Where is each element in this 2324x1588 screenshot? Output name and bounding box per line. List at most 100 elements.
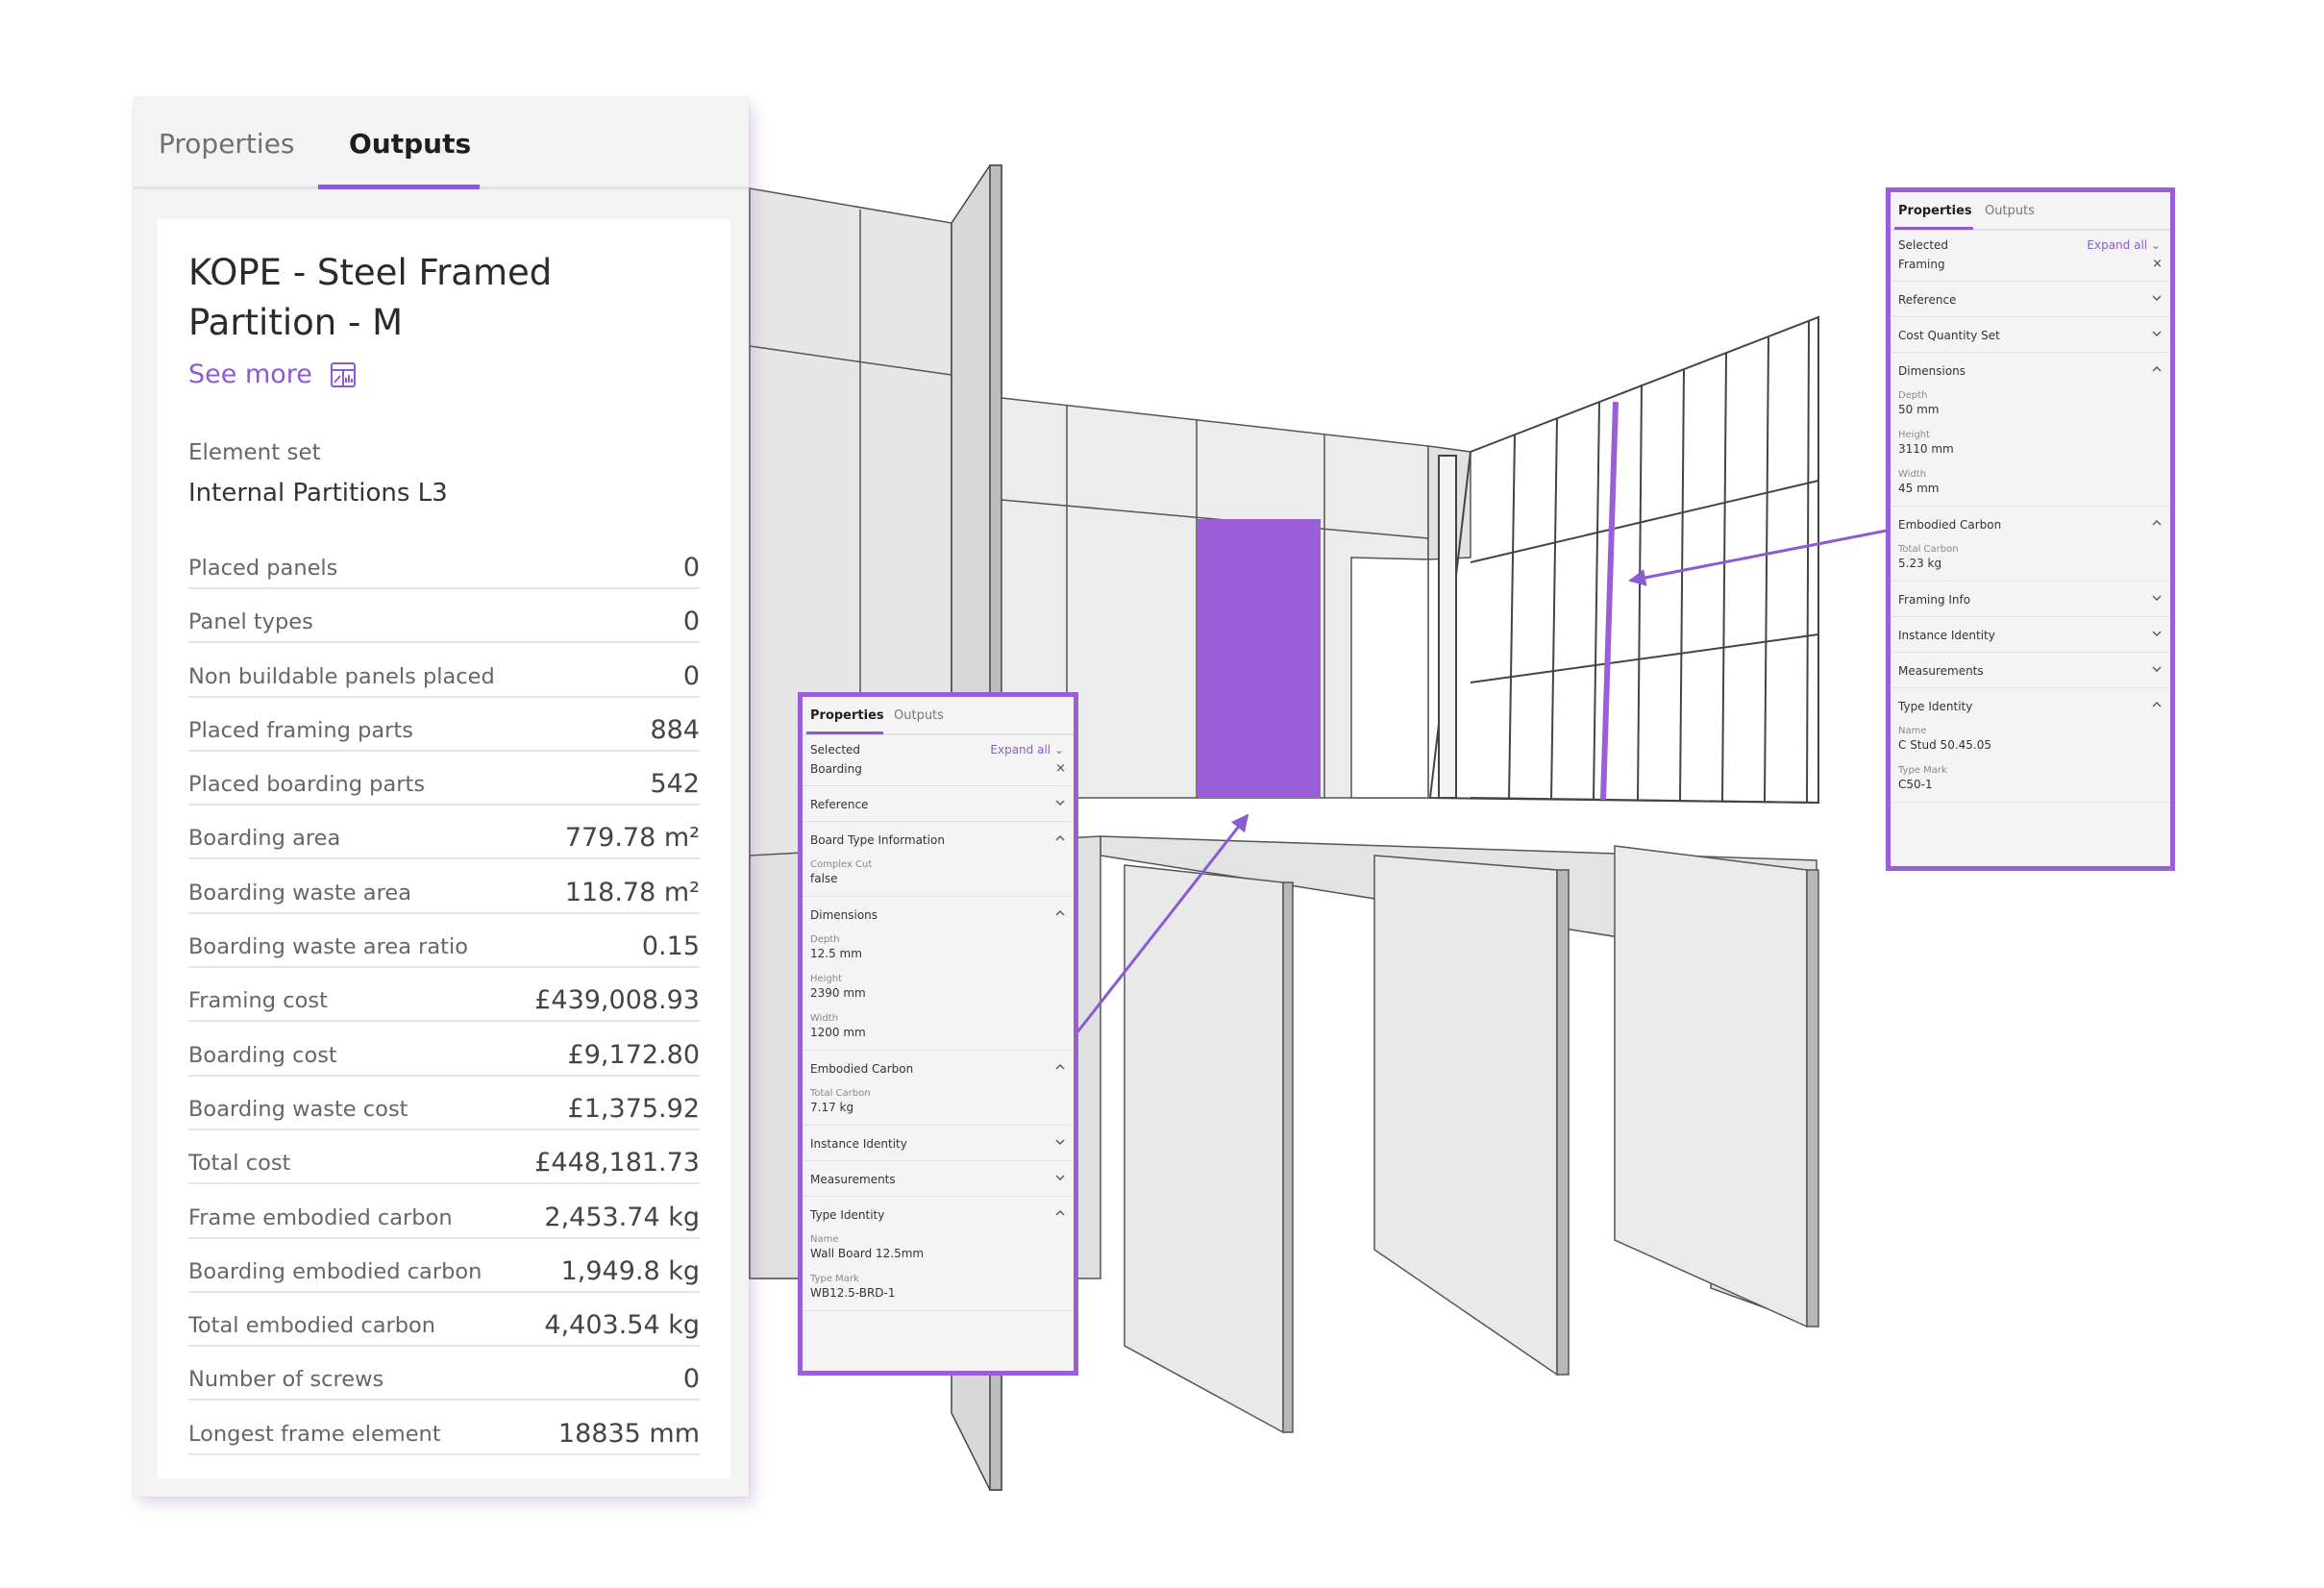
section-header[interactable]: Type Identity [803,1197,1074,1231]
property-section: Cost Quantity Set [1891,317,2170,353]
selected-chip-label: Framing [1898,258,1945,271]
field-value: Wall Board 12.5mm [810,1247,925,1260]
close-icon[interactable]: × [1055,761,1066,776]
boarding-properties-panel: Properties Outputs Selected Expand all ⌄… [798,692,1078,1376]
section-title: Measurements [810,1173,896,1186]
field-value: false [810,872,838,885]
section-header[interactable]: Embodied Carbon [1891,507,2170,541]
output-value: 0 [682,553,700,583]
section-title: Instance Identity [810,1137,907,1151]
section-header[interactable]: Reference [1891,282,2170,316]
output-row: Placed framing parts 884 [188,699,700,752]
chevron-up-icon [1055,1210,1065,1216]
output-value: 884 [650,714,700,745]
chevron-down-icon [1055,1175,1065,1180]
boarding-panel-tabs: Properties Outputs [803,697,1074,735]
output-row: Framing cost £439,008.93 [188,969,700,1023]
chevron-down-icon [1055,1139,1065,1145]
framing-properties-panel: Properties Outputs Selected Expand all ⌄… [1886,187,2175,871]
section-header[interactable]: Cost Quantity Set [1891,317,2170,352]
active-tab-indicator [318,185,480,189]
output-value: 118.78 m² [564,877,700,907]
property-field: Height 2390 mm [803,971,1074,1010]
output-label: Frame embodied carbon [188,1204,453,1230]
property-field: Name C Stud 50.45.05 [1891,723,2170,762]
section-header[interactable]: Framing Info [1891,582,2170,616]
output-row: Number of screws 0 [188,1348,700,1402]
output-label: Total embodied carbon [188,1313,436,1339]
see-more-link[interactable]: See more [188,360,357,389]
output-label: Placed framing parts [188,717,413,743]
tab-outputs[interactable]: Outputs [894,708,944,723]
section-header[interactable]: Instance Identity [1891,617,2170,652]
property-section: Reference [1891,282,2170,317]
field-label: Total Carbon [1898,544,1959,555]
tab-properties[interactable]: Properties [1898,204,1972,218]
selected-chip: Framing × [1891,254,2170,282]
section-header[interactable]: Dimensions [803,897,1074,931]
selected-board-highlight [1198,519,1321,798]
property-field: Complex Cut false [803,856,1074,896]
property-section: Reference [803,786,1074,822]
field-value: 3110 mm [1898,442,1954,456]
section-title: Instance Identity [1898,629,1995,642]
selected-label: Selected [1898,238,1949,252]
property-section: Measurements [803,1161,1074,1197]
output-value: 1,949.8 kg [560,1255,700,1286]
tab-properties[interactable]: Properties [810,708,884,723]
output-label: Boarding waste area ratio [188,934,469,960]
section-header[interactable]: Board Type Information [803,822,1074,856]
active-tab-indicator [806,732,883,734]
tab-outputs[interactable]: Outputs [349,98,471,186]
close-icon[interactable]: × [2152,257,2163,271]
expand-all-button[interactable]: Expand all ⌄ [2087,238,2161,252]
tab-outputs[interactable]: Outputs [1985,204,2035,218]
field-value: WB12.5-BRD-1 [810,1286,896,1300]
output-value: 779.78 m² [564,823,700,854]
field-label: Complex Cut [810,859,873,870]
output-label: Number of screws [188,1367,384,1393]
property-field: Width 1200 mm [803,1010,1074,1050]
chevron-down-icon [1055,800,1065,806]
output-value: 0 [682,607,700,637]
section-header[interactable]: Reference [803,786,1074,821]
expand-all-label: Expand all [990,743,1051,757]
property-field: Name Wall Board 12.5mm [803,1231,1074,1271]
output-value: 0.15 [641,931,700,962]
section-header[interactable]: Type Identity [1891,688,2170,723]
tab-properties[interactable]: Properties [159,98,295,186]
section-header[interactable]: Embodied Carbon [803,1051,1074,1085]
field-label: Type Mark [810,1274,859,1284]
section-header[interactable]: Measurements [1891,653,2170,687]
output-label: Total cost [188,1151,291,1177]
field-label: Total Carbon [810,1088,871,1099]
output-label: Panel types [188,609,313,635]
field-label: Name [810,1234,839,1245]
property-section: Dimensions Depth 12.5 mm Height 2390 mm Width… [803,897,1074,1051]
property-section: Board Type Information Complex Cut false [803,822,1074,897]
output-row: Boarding area 779.78 m² [188,806,700,860]
property-field: Total Carbon 5.23 kg [1891,541,2170,581]
output-value: £448,181.73 [534,1148,700,1179]
output-row: Panel types 0 [188,590,700,644]
property-section: Type Identity Name Wall Board 12.5mm Type M… [803,1197,1074,1311]
property-field: Depth 12.5 mm [803,931,1074,971]
section-header[interactable]: Measurements [803,1161,1074,1196]
output-value: 4,403.54 kg [544,1310,700,1341]
output-value: 542 [650,769,700,800]
field-label: Name [1898,726,1927,736]
sections-list: Reference Cost Quantity Set Dimensions Dept… [1891,282,2170,803]
field-label: Depth [1898,390,1928,401]
sections-list: Reference Board Type Information Complex C… [803,786,1074,1311]
section-header[interactable]: Instance Identity [803,1126,1074,1160]
field-label: Width [810,1013,839,1024]
expand-all-button[interactable]: Expand all ⌄ [990,743,1064,757]
output-label: Boarding waste cost [188,1096,408,1122]
section-title: Cost Quantity Set [1898,329,2000,342]
field-value: 7.17 kg [810,1101,854,1114]
output-label: Boarding cost [188,1042,337,1068]
section-header[interactable]: Dimensions [1891,353,2170,387]
output-value: £439,008.93 [534,985,700,1016]
selected-row: Selected Expand all ⌄ [1891,231,2170,254]
output-value: £1,375.92 [567,1093,700,1124]
